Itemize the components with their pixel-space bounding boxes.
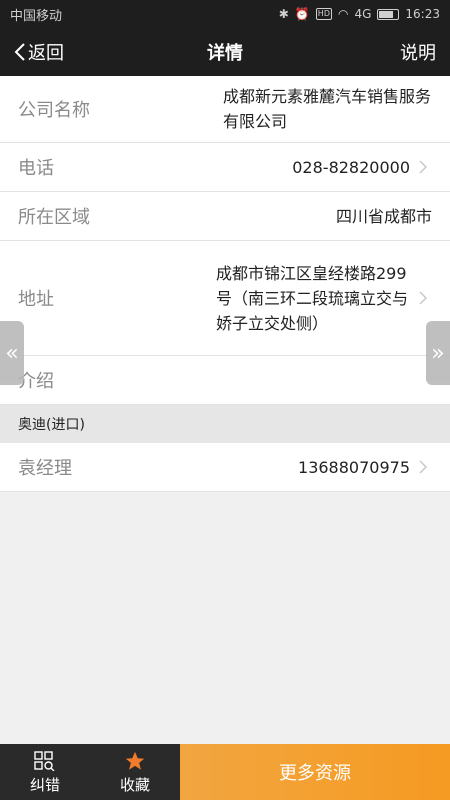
address-value: 成都市锦江区皇经楼路299号（南三环二段琉璃立交与娇子立交处侧） xyxy=(216,263,409,333)
next-arrow-button[interactable]: » xyxy=(426,321,450,385)
alarm-icon: ⏰ xyxy=(294,7,310,21)
help-button[interactable]: 说明 xyxy=(400,28,436,76)
region-row: 所在区域 四川省成都市 xyxy=(0,192,450,241)
battery-icon xyxy=(377,8,400,20)
report-error-label: 纠错 xyxy=(29,775,60,794)
report-grid-icon xyxy=(34,750,56,772)
star-icon xyxy=(124,750,146,772)
wifi-icon: ◠ xyxy=(337,7,349,21)
address-label: 地址 xyxy=(18,289,54,310)
contact-name: 袁经理 xyxy=(18,458,72,479)
hd-icon: HD xyxy=(315,8,332,20)
phone-label: 电话 xyxy=(18,158,54,179)
contact-phone: 13688070975 xyxy=(298,457,410,477)
status-icons: ✱ ⏰ HD ◠ 4G 16:23 xyxy=(279,7,440,21)
intro-label: 介绍 xyxy=(18,371,54,392)
carrier-name: 中国移动 xyxy=(10,8,63,24)
chevron-left-icon xyxy=(14,43,25,61)
chevron-right-icon xyxy=(418,290,432,306)
report-error-button[interactable]: 纠错 xyxy=(0,744,90,800)
chevron-right-icon xyxy=(418,159,432,175)
back-button[interactable]: 返回 xyxy=(14,28,64,76)
back-label: 返回 xyxy=(28,43,64,64)
brand-section-header: 奥迪(进口) xyxy=(0,405,450,443)
company-name-row: 公司名称 成都新元素雅麓汽车销售服务有限公司 xyxy=(0,76,450,143)
more-resources-button[interactable]: 更多资源 xyxy=(180,744,450,800)
favorite-label: 收藏 xyxy=(119,775,150,794)
phone-value: 028-82820000 xyxy=(292,157,410,177)
signal-icon: 4G xyxy=(354,7,372,21)
phone-row[interactable]: 电话 028-82820000 xyxy=(0,143,450,192)
favorite-button[interactable]: 收藏 xyxy=(90,744,180,800)
status-time: 16:23 xyxy=(405,7,440,21)
chevron-right-icon xyxy=(418,459,432,475)
nav-bar: 返回 详情 说明 xyxy=(0,28,450,76)
page-title: 详情 xyxy=(207,43,243,64)
company-name-label: 公司名称 xyxy=(18,100,90,121)
intro-row: 介绍 xyxy=(0,356,450,405)
status-bar: 中国移动 ✱ ⏰ HD ◠ 4G 16:23 xyxy=(0,0,450,28)
address-row[interactable]: 地址 成都市锦江区皇经楼路299号（南三环二段琉璃立交与娇子立交处侧） xyxy=(0,241,450,356)
company-name-value: 成都新元素雅麓汽车销售服务有限公司 xyxy=(223,87,432,131)
contact-row[interactable]: 袁经理 13688070975 xyxy=(0,443,450,492)
region-label: 所在区域 xyxy=(18,207,90,228)
region-value: 四川省成都市 xyxy=(335,206,432,226)
detail-list: 公司名称 成都新元素雅麓汽车销售服务有限公司 电话 028-82820000 所… xyxy=(0,76,450,492)
bottom-bar: 纠错 收藏 更多资源 xyxy=(0,744,450,800)
bluetooth-icon: ✱ xyxy=(278,7,289,21)
prev-arrow-button[interactable]: « xyxy=(0,321,24,385)
